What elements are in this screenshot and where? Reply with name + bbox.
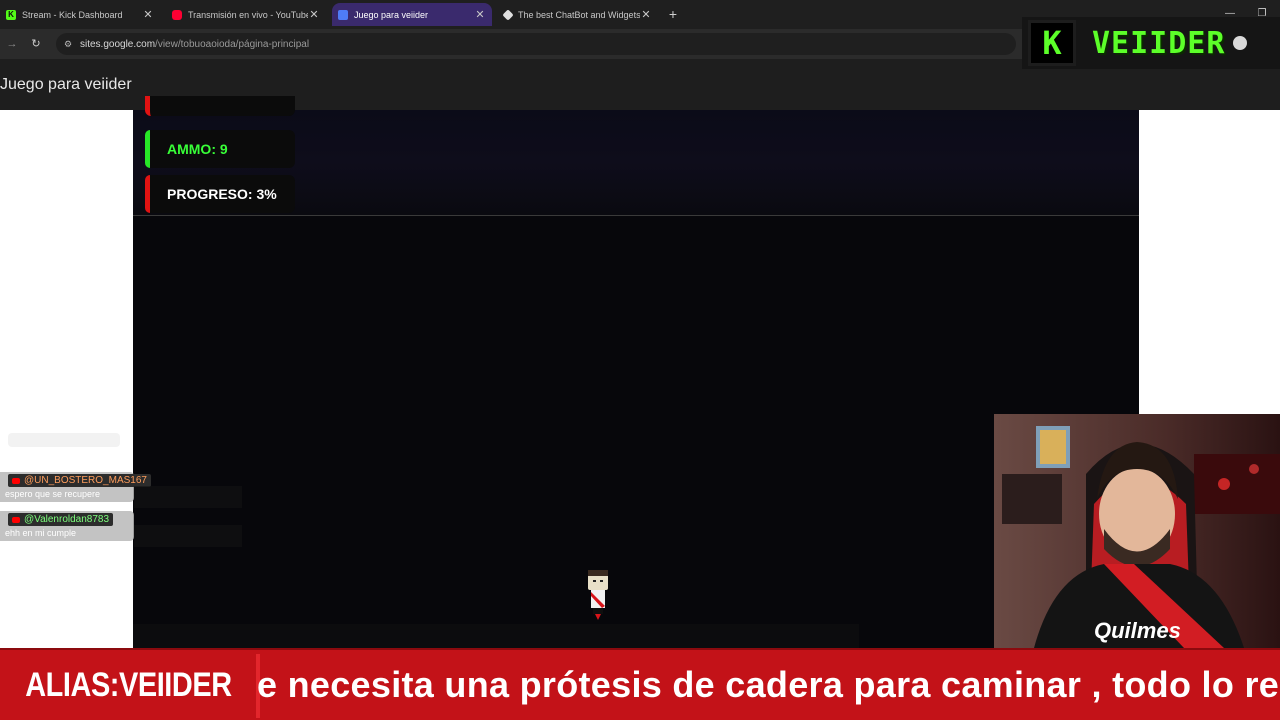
- chat-username: @Valenroldan8783: [24, 514, 110, 525]
- ticker-text: e necesita una prótesis de cadera para c…: [257, 664, 1280, 705]
- close-icon[interactable]: ✕: [142, 8, 154, 21]
- chatbot-icon: [502, 8, 514, 21]
- chat-text: ehh en mi cumple: [5, 528, 77, 538]
- close-icon[interactable]: ✕: [474, 8, 486, 21]
- chat-message: @Valenroldan8783 ehh en mi cumple: [0, 511, 134, 541]
- stream-banner: ALIAS:VEIIDER e necesita una prótesis de…: [0, 648, 1280, 720]
- kick-logo-icon: K: [1028, 20, 1076, 66]
- ammo-counter: AMMO: 9: [145, 130, 295, 168]
- chat-shadow: [134, 525, 242, 547]
- hud-card-clipped: [145, 96, 295, 116]
- close-icon[interactable]: ✕: [640, 8, 652, 21]
- tab-youtube[interactable]: Transmisión en vivo - YouTube ✕: [166, 3, 326, 26]
- tab-title: Stream - Kick Dashboard: [22, 9, 123, 20]
- close-icon[interactable]: ✕: [308, 8, 320, 21]
- chat-text: espero que se recupere: [5, 489, 101, 499]
- chat-username: @UN_BOSTERO_MAS167: [24, 475, 147, 486]
- tab-title: Juego para veiider: [354, 9, 429, 20]
- url-path: /view/tobuoaoioda/página-principal: [155, 38, 310, 50]
- streamer-photo: Quilmes: [994, 414, 1280, 648]
- tab-title: The best ChatBot and Widgets: [518, 9, 640, 20]
- youtube-icon: [12, 477, 20, 484]
- chat-faded-message: [8, 433, 120, 447]
- url-text: sites.google.com/view/tobuoaoioda/página…: [80, 39, 309, 50]
- helmet-icon: [1233, 36, 1248, 50]
- webcam-feed: Quilmes: [994, 414, 1280, 648]
- kick-icon: K: [6, 9, 16, 20]
- player-character: [588, 570, 608, 620]
- url-host: sites.google.com: [80, 38, 156, 50]
- alias-text: ALIAS:VEIIDER: [24, 665, 232, 704]
- progress-counter: PROGRESO: 3%: [145, 175, 295, 213]
- game-floor: [133, 624, 859, 648]
- screen: K Stream - Kick Dashboard ✕ Transmisión …: [0, 0, 1280, 720]
- reload-icon[interactable]: ↻: [28, 36, 44, 52]
- site-info-icon[interactable]: ⚙: [62, 38, 74, 50]
- address-bar[interactable]: ⚙ sites.google.com/view/tobuoaoioda/pági…: [56, 33, 1016, 55]
- tab-juego-para-veiider[interactable]: Juego para veiider ✕: [332, 3, 492, 26]
- chat-shadow: [134, 486, 242, 508]
- google-sites-icon: [338, 9, 348, 20]
- new-tab-button[interactable]: +: [665, 6, 681, 22]
- logo-text: VEIIDER: [1092, 25, 1226, 61]
- svg-text:Quilmes: Quilmes: [1094, 618, 1181, 643]
- chat-message: @UN_BOSTERO_MAS167 espero que se recuper…: [0, 472, 151, 502]
- tab-kick-dashboard[interactable]: K Stream - Kick Dashboard ✕: [0, 3, 160, 26]
- game-canvas[interactable]: AMMO: 9 PROGRESO: 3%: [133, 96, 1139, 648]
- game-hud: AMMO: 9 PROGRESO: 3%: [133, 96, 1139, 216]
- chat-username-badge: @UN_BOSTERO_MAS167: [8, 474, 151, 487]
- youtube-icon: [172, 9, 182, 20]
- forward-icon[interactable]: →: [4, 36, 20, 52]
- youtube-icon: [12, 516, 20, 523]
- alias-box: ALIAS:VEIIDER: [0, 650, 256, 720]
- tab-chatbot[interactable]: The best ChatBot and Widgets ✕: [498, 3, 658, 26]
- tab-title: Transmisión en vivo - YouTube: [188, 9, 308, 20]
- chat-username-badge: @Valenroldan8783: [8, 513, 114, 526]
- streamer-logo: K VEIIDER: [1022, 17, 1280, 69]
- page-title: Juego para veiider: [0, 76, 132, 93]
